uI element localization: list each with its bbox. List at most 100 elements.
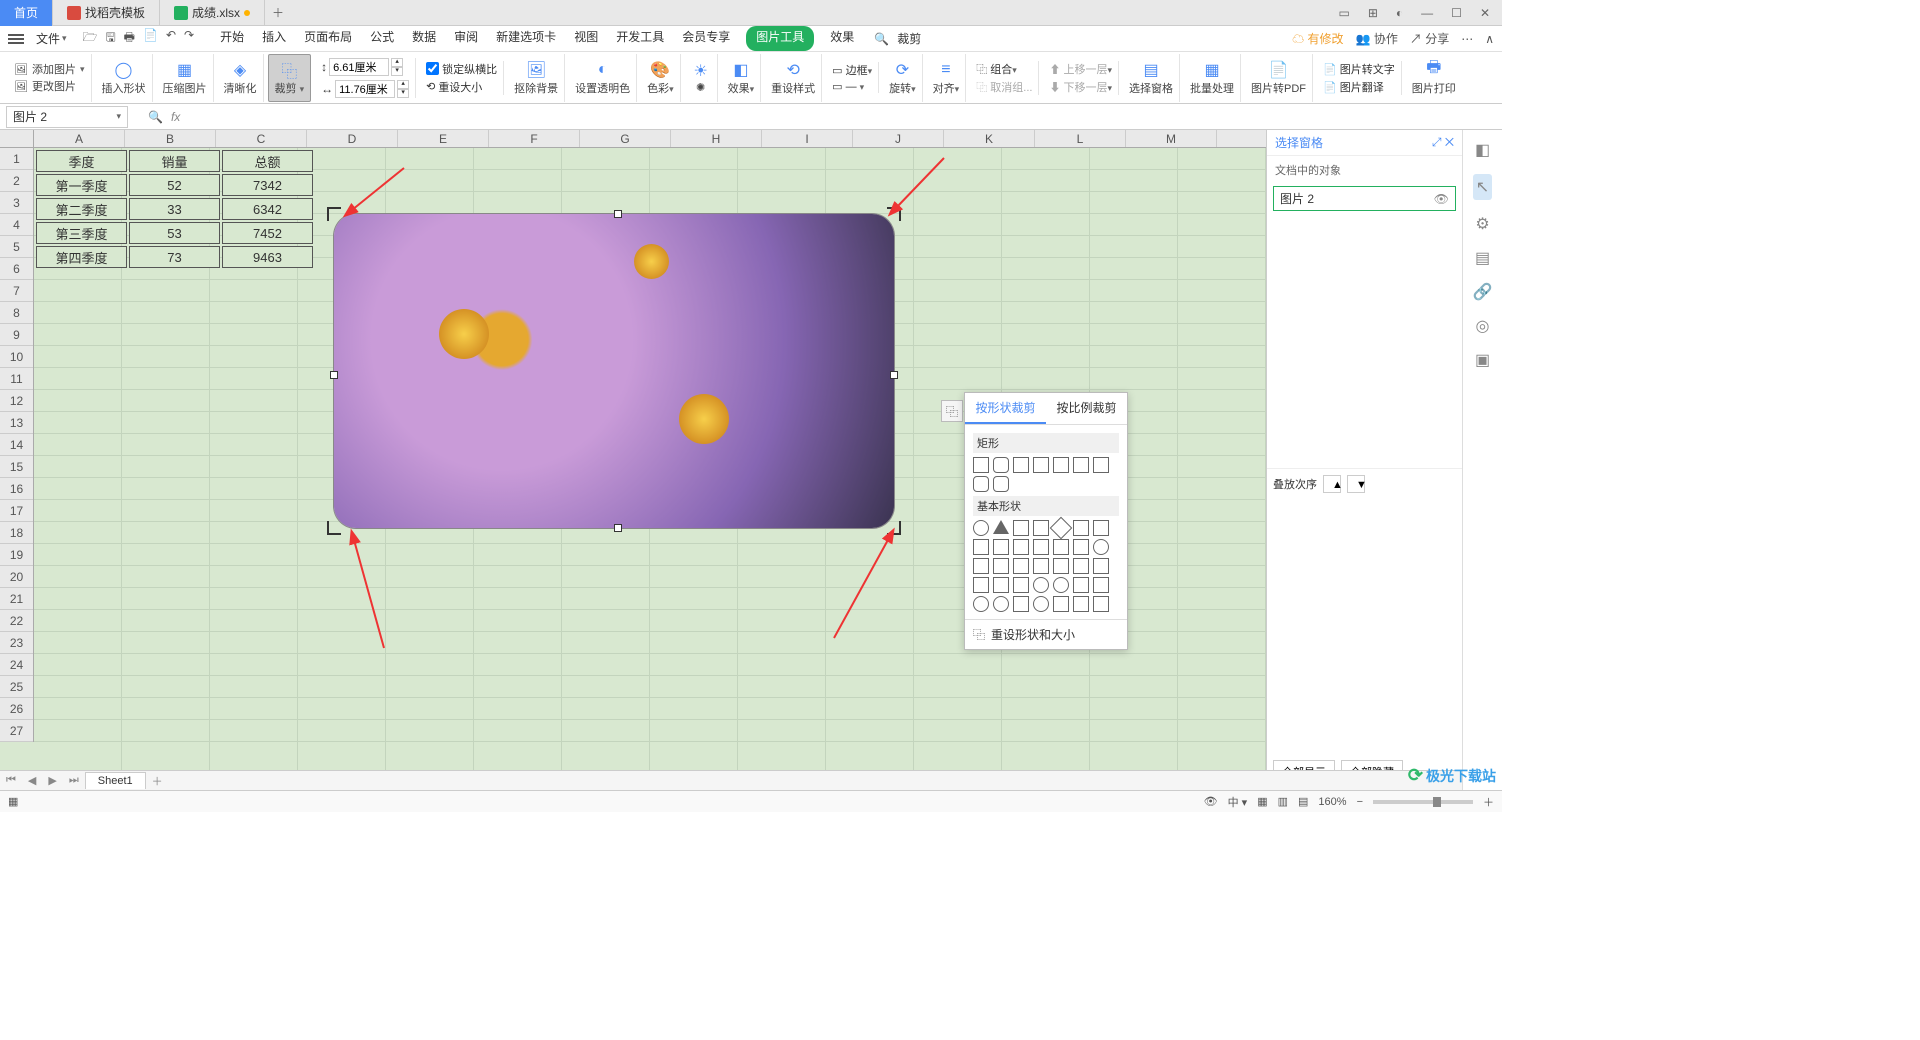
- crop-tab-ratio[interactable]: 按比例裁剪: [1046, 393, 1127, 424]
- sheet-tab[interactable]: Sheet1: [85, 772, 146, 789]
- shape-b1[interactable]: [973, 539, 989, 555]
- brightness-button[interactable]: ☀✺: [685, 54, 718, 102]
- h-dn[interactable]: ▾: [391, 67, 403, 76]
- shape-parallel[interactable]: [1013, 520, 1029, 536]
- sheet-next[interactable]: ▶: [42, 774, 62, 787]
- shape-pentagon[interactable]: [1073, 520, 1089, 536]
- shape-diamond[interactable]: [1050, 517, 1073, 540]
- shape-d1[interactable]: [973, 577, 989, 593]
- tab-effects[interactable]: 效果: [828, 26, 856, 51]
- add-picture-button[interactable]: 🖼 添加图片 ▾: [14, 61, 85, 77]
- status-mode-icon[interactable]: ▦: [8, 795, 18, 808]
- sheet-last[interactable]: ⏭: [63, 774, 85, 787]
- shape-e7[interactable]: [1093, 596, 1109, 612]
- close-icon[interactable]: ✕: [1476, 4, 1494, 22]
- shape-b4[interactable]: [1033, 539, 1049, 555]
- compress-button[interactable]: ▦压缩图片: [157, 54, 214, 102]
- minimize-icon[interactable]: —: [1417, 4, 1437, 22]
- bring-forward-button[interactable]: ⬆ 上移一层▾: [1049, 61, 1112, 77]
- tab-vip[interactable]: 会员专享: [680, 26, 732, 51]
- tab-review[interactable]: 审阅: [452, 26, 480, 51]
- reset-style-button[interactable]: ⟲重设样式: [765, 54, 822, 102]
- print-icon[interactable]: 🖶: [124, 28, 135, 49]
- shape-hexagon[interactable]: [1093, 520, 1109, 536]
- grid-icon[interactable]: ⊞: [1364, 4, 1382, 22]
- shape-round2[interactable]: [993, 476, 1009, 492]
- shape-d5[interactable]: [1053, 577, 1069, 593]
- effect-button[interactable]: ◧效果▾: [722, 54, 762, 102]
- lock-aspect-checkbox[interactable]: 锁定纵横比: [426, 61, 497, 77]
- shape-snip3[interactable]: [1053, 457, 1069, 473]
- side-layout-icon[interactable]: ▤: [1475, 248, 1490, 268]
- shape-d7[interactable]: [1093, 577, 1109, 593]
- order-up-button[interactable]: ▲: [1323, 475, 1341, 493]
- side-location-icon[interactable]: ◎: [1476, 316, 1490, 336]
- name-box[interactable]: 图片 2▾: [6, 106, 128, 128]
- file-menu[interactable]: 文件▾: [30, 28, 73, 49]
- reset-size-button[interactable]: ⟲ 重设大小: [426, 79, 497, 95]
- shape-e2[interactable]: [993, 596, 1009, 612]
- translate-button[interactable]: 📄 图片翻译: [1323, 79, 1395, 95]
- view-ime-icon[interactable]: 中 ▾: [1228, 794, 1248, 810]
- shape-e5[interactable]: [1053, 596, 1069, 612]
- save-icon[interactable]: 🖫: [105, 28, 115, 49]
- shape-e6[interactable]: [1073, 596, 1089, 612]
- shape-c6[interactable]: [1073, 558, 1089, 574]
- zoom-in-button[interactable]: ＋: [1483, 794, 1494, 810]
- side-link-icon[interactable]: 🔗: [1473, 282, 1493, 302]
- tab-newtab[interactable]: 新建选项卡: [494, 26, 558, 51]
- sheet-prev[interactable]: ◀: [22, 774, 42, 787]
- shape-b7[interactable]: [1093, 539, 1109, 555]
- shape-roundrect[interactable]: [993, 457, 1009, 473]
- tab-dev[interactable]: 开发工具: [614, 26, 666, 51]
- shape-c3[interactable]: [1013, 558, 1029, 574]
- user-icon[interactable]: ◐: [1392, 4, 1407, 22]
- sheet-first[interactable]: ⏮: [0, 774, 22, 787]
- tab-home[interactable]: 首页: [0, 0, 53, 26]
- shape-triangle[interactable]: [993, 520, 1009, 534]
- w-dn[interactable]: ▾: [397, 89, 409, 98]
- shape-d2[interactable]: [993, 577, 1009, 593]
- shape-b6[interactable]: [1073, 539, 1089, 555]
- undo-icon[interactable]: ↶: [166, 28, 176, 49]
- inserted-picture[interactable]: [334, 214, 894, 528]
- cloud-pending[interactable]: ☁ 有修改: [1292, 30, 1343, 47]
- shape-c7[interactable]: [1093, 558, 1109, 574]
- tab-file[interactable]: 成绩.xlsx: [160, 0, 265, 26]
- maximize-icon[interactable]: ☐: [1447, 4, 1466, 22]
- send-backward-button[interactable]: ⬇ 下移一层▾: [1049, 79, 1112, 95]
- side-shape-icon[interactable]: ◧: [1475, 140, 1490, 160]
- align-button[interactable]: ≡对齐▾: [927, 54, 967, 102]
- shape-d4[interactable]: [1033, 577, 1049, 593]
- shape-d3[interactable]: [1013, 577, 1029, 593]
- tab-template[interactable]: 找稻壳模板: [53, 0, 160, 26]
- shape-snip2[interactable]: [1033, 457, 1049, 473]
- shape-c2[interactable]: [993, 558, 1009, 574]
- tab-layout[interactable]: 页面布局: [302, 26, 354, 51]
- shape-b2[interactable]: [993, 539, 1009, 555]
- shape-e4[interactable]: [1033, 596, 1049, 612]
- shape-d6[interactable]: [1073, 577, 1089, 593]
- visibility-icon[interactable]: 👁: [1434, 192, 1449, 206]
- new-tab-button[interactable]: ＋: [265, 4, 291, 21]
- width-input[interactable]: [335, 80, 395, 98]
- shape-round1[interactable]: [973, 476, 989, 492]
- batch-button[interactable]: ▦批量处理: [1184, 54, 1241, 102]
- shape-c5[interactable]: [1053, 558, 1069, 574]
- height-input[interactable]: [329, 58, 389, 76]
- tab-view[interactable]: 视图: [572, 26, 600, 51]
- tab-formula[interactable]: 公式: [368, 26, 396, 51]
- shape-e1[interactable]: [973, 596, 989, 612]
- shape-c4[interactable]: [1033, 558, 1049, 574]
- view-page-icon[interactable]: ▥: [1278, 795, 1288, 808]
- shape-rect[interactable]: [973, 457, 989, 473]
- selection-pane-button[interactable]: ▤选择窗格: [1123, 54, 1180, 102]
- to-pdf-button[interactable]: 📄图片转PDF: [1245, 54, 1313, 102]
- rotate-button[interactable]: ⟳旋转▾: [883, 54, 923, 102]
- reset-shape-button[interactable]: ⿻重设形状和大小: [965, 619, 1127, 649]
- tab-data[interactable]: 数据: [410, 26, 438, 51]
- change-picture-button[interactable]: 🖼 更改图片: [14, 78, 76, 94]
- color-button[interactable]: 🎨色彩▾: [641, 54, 681, 102]
- border-button[interactable]: ▭ 边框▾: [832, 62, 872, 78]
- layout-icon[interactable]: ▭: [1335, 4, 1354, 22]
